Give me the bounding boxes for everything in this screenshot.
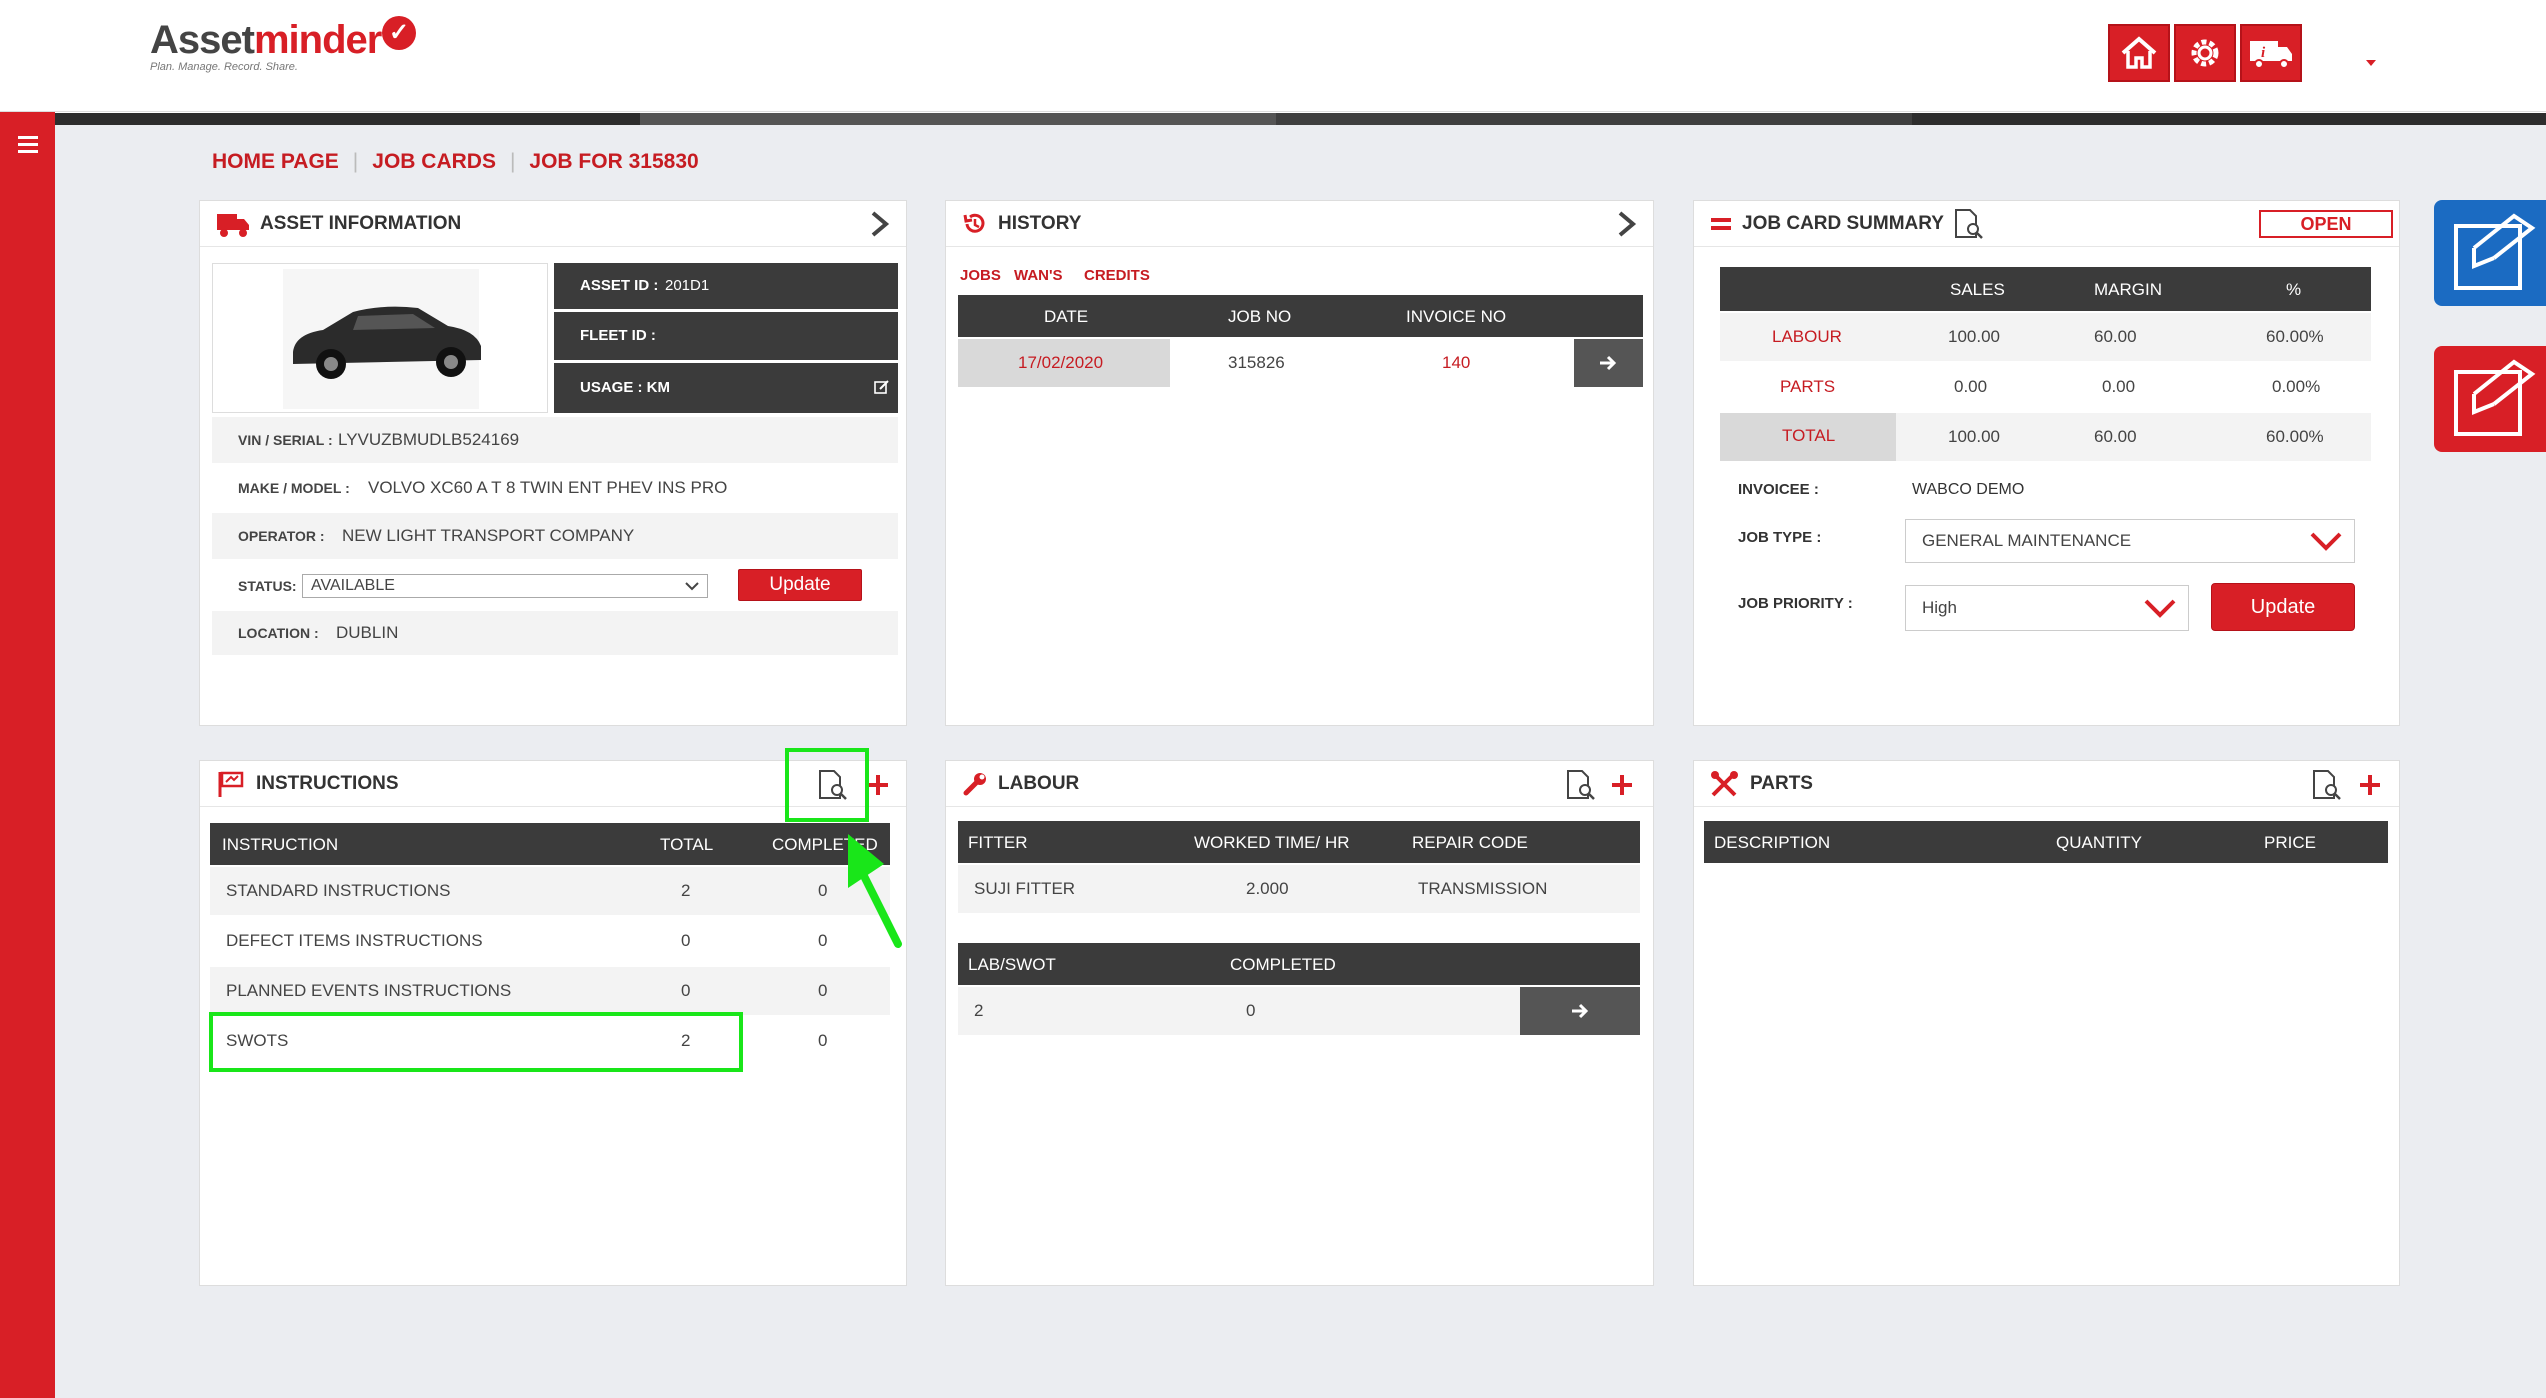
panel-header: ASSET INFORMATION xyxy=(200,201,906,247)
logo-check-icon: ✓ xyxy=(382,16,416,50)
history-panel: HISTORY JOBS WAN'S CREDITS DATE JOB NO I… xyxy=(945,200,1654,726)
make-model-row: MAKE / MODEL : VOLVO XC60 A T 8 TWIN ENT… xyxy=(238,478,728,497)
wrench-icon xyxy=(963,772,986,795)
truck-info-button[interactable]: i xyxy=(2240,24,2302,82)
table-row: LABOUR 100.00 60.00 60.00% xyxy=(1720,313,2371,361)
table-row: PARTS 0.00 0.00 0.00% xyxy=(1780,377,2321,396)
add-icon[interactable] xyxy=(866,773,890,797)
breadcrumb-job-cards[interactable]: JOB CARDS xyxy=(372,150,496,174)
settings-icon xyxy=(2191,39,2219,67)
labour-table-header: FITTER WORKED TIME/ HR REPAIR CODE xyxy=(958,821,1640,863)
assetminder-logo[interactable]: Assetminder ✓ Plan. Manage. Record. Shar… xyxy=(150,16,416,73)
tools-icon xyxy=(1711,770,1738,796)
parts-panel: PARTS DESCRIPTION QUANTITY PRICE xyxy=(1693,760,2400,1286)
panel-title: LABOUR xyxy=(998,772,1080,794)
tab-credits[interactable]: CREDITS xyxy=(1084,267,1150,284)
edit-document-icon xyxy=(2454,359,2536,436)
breadcrumb: HOME PAGE | JOB CARDS | JOB FOR 315830 xyxy=(212,150,699,174)
table-row[interactable]: SUJI FITTER 2.000 TRANSMISSION xyxy=(958,865,1640,913)
summary-table-header: SALES MARGIN % xyxy=(1720,267,2371,311)
panel-header: HISTORY xyxy=(946,201,1653,247)
floating-red-tab[interactable] xyxy=(2434,346,2546,452)
car-image xyxy=(283,269,481,409)
panel-title: PARTS xyxy=(1750,772,1813,794)
user-menu-caret-icon[interactable] xyxy=(2366,60,2376,66)
panel-header: PARTS xyxy=(1694,761,2399,807)
panel-title: ASSET INFORMATION xyxy=(260,212,462,234)
breadcrumb-home[interactable]: HOME PAGE xyxy=(212,150,339,174)
parts-table-header: DESCRIPTION QUANTITY PRICE xyxy=(1704,821,2388,863)
location-row: LOCATION : DUBLIN xyxy=(212,611,898,655)
vin-row: VIN / SERIAL : LYVUZBMUDLB524169 xyxy=(212,417,898,463)
summary-lines-icon xyxy=(1711,217,1731,230)
home-icon xyxy=(2121,36,2157,69)
history-icon xyxy=(963,213,985,233)
panel-title: HISTORY xyxy=(998,212,1082,234)
job-type-label: JOB TYPE : xyxy=(1738,529,1822,546)
operator-row: OPERATOR : NEW LIGHT TRANSPORT COMPANY xyxy=(212,513,898,559)
job-update-button[interactable]: Update xyxy=(2211,583,2355,631)
document-search-icon[interactable] xyxy=(2310,769,2342,801)
asset-information-panel: ASSET INFORMATION ASSET ID : 201D1 FLEET… xyxy=(199,200,907,726)
hamburger-menu-icon[interactable] xyxy=(18,136,38,157)
arrow-right-icon xyxy=(1572,1003,1589,1019)
chevron-down-icon xyxy=(2144,599,2176,618)
vehicle-image xyxy=(212,263,548,413)
table-row[interactable]: 17/02/2020 315826 140 xyxy=(958,339,1643,387)
panel-header: LABOUR xyxy=(946,761,1653,807)
floating-blue-tab[interactable] xyxy=(2434,200,2546,306)
add-icon[interactable] xyxy=(1610,773,1634,797)
instructions-table-header: INSTRUCTION TOTAL COMPLETED xyxy=(210,823,890,865)
truck-icon xyxy=(217,213,249,237)
usage-row: USAGE : KM xyxy=(554,363,898,413)
arrow-right-icon xyxy=(1600,355,1617,371)
table-row[interactable]: STANDARD INSTRUCTIONS 2 0 xyxy=(210,867,890,915)
progress-strip xyxy=(0,113,2546,125)
job-type-select[interactable]: GENERAL MAINTENANCE xyxy=(1905,519,2355,563)
breadcrumb-current-job[interactable]: JOB FOR 315830 xyxy=(529,150,698,174)
home-button[interactable] xyxy=(2108,24,2170,82)
status-select[interactable]: AVAILABLE xyxy=(302,574,708,598)
job-priority-label: JOB PRIORITY : xyxy=(1738,595,1853,612)
job-priority-select[interactable]: High xyxy=(1905,585,2189,631)
chevron-down-icon xyxy=(2310,532,2342,551)
chevron-right-icon[interactable] xyxy=(1615,211,1637,237)
job-card-summary-panel: JOB CARD SUMMARY OPEN SALES MARGIN % LAB… xyxy=(1693,200,2400,726)
green-arrow-icon xyxy=(848,834,902,948)
table-row[interactable]: DEFECT ITEMS INSTRUCTIONS 0 0 xyxy=(210,917,890,965)
status-badge: OPEN xyxy=(2259,210,2393,238)
panel-title: JOB CARD SUMMARY xyxy=(1742,212,1944,234)
history-table-header: DATE JOB NO INVOICE NO xyxy=(958,295,1643,337)
top-bar: Assetminder ✓ Plan. Manage. Record. Shar… xyxy=(0,0,2546,112)
table-row[interactable]: PLANNED EVENTS INSTRUCTIONS 0 0 xyxy=(210,967,890,1015)
settings-button[interactable] xyxy=(2174,24,2236,82)
panel-title: INSTRUCTIONS xyxy=(256,772,399,794)
open-job-arrow-button[interactable] xyxy=(1574,339,1643,387)
chevron-down-icon xyxy=(685,582,699,591)
left-sidebar xyxy=(0,112,55,1398)
open-swot-arrow-button[interactable] xyxy=(1520,987,1640,1035)
highlight-box-search xyxy=(785,748,869,822)
edit-icon[interactable] xyxy=(874,379,890,395)
invoicee-label: INVOICEE : xyxy=(1738,481,1819,498)
edit-document-icon xyxy=(2454,213,2536,290)
add-icon[interactable] xyxy=(2358,773,2382,797)
document-search-icon[interactable] xyxy=(1952,208,1984,240)
instructions-flag-icon xyxy=(218,771,244,797)
truck-info-icon: i xyxy=(2250,41,2292,69)
panel-header: JOB CARD SUMMARY OPEN xyxy=(1694,201,2399,247)
table-row[interactable]: 2 0 xyxy=(958,987,1640,1035)
invoicee-value: WABCO DEMO xyxy=(1912,481,2025,498)
asset-id-row: ASSET ID : 201D1 xyxy=(554,263,898,309)
tab-jobs[interactable]: JOBS xyxy=(960,267,1001,284)
chevron-right-icon[interactable] xyxy=(868,211,890,237)
document-search-icon[interactable] xyxy=(1564,769,1596,801)
status-update-button[interactable]: Update xyxy=(738,569,862,601)
table-row: TOTAL 100.00 60.00 60.00% xyxy=(1720,413,2371,461)
labour-panel: LABOUR FITTER WORKED TIME/ HR REPAIR COD… xyxy=(945,760,1654,1286)
tab-wans[interactable]: WAN'S xyxy=(1014,267,1063,284)
highlight-box-swots xyxy=(209,1012,743,1072)
fleet-id-row: FLEET ID : xyxy=(554,312,898,360)
swot-table-header: LAB/SWOT COMPLETED xyxy=(958,943,1640,985)
